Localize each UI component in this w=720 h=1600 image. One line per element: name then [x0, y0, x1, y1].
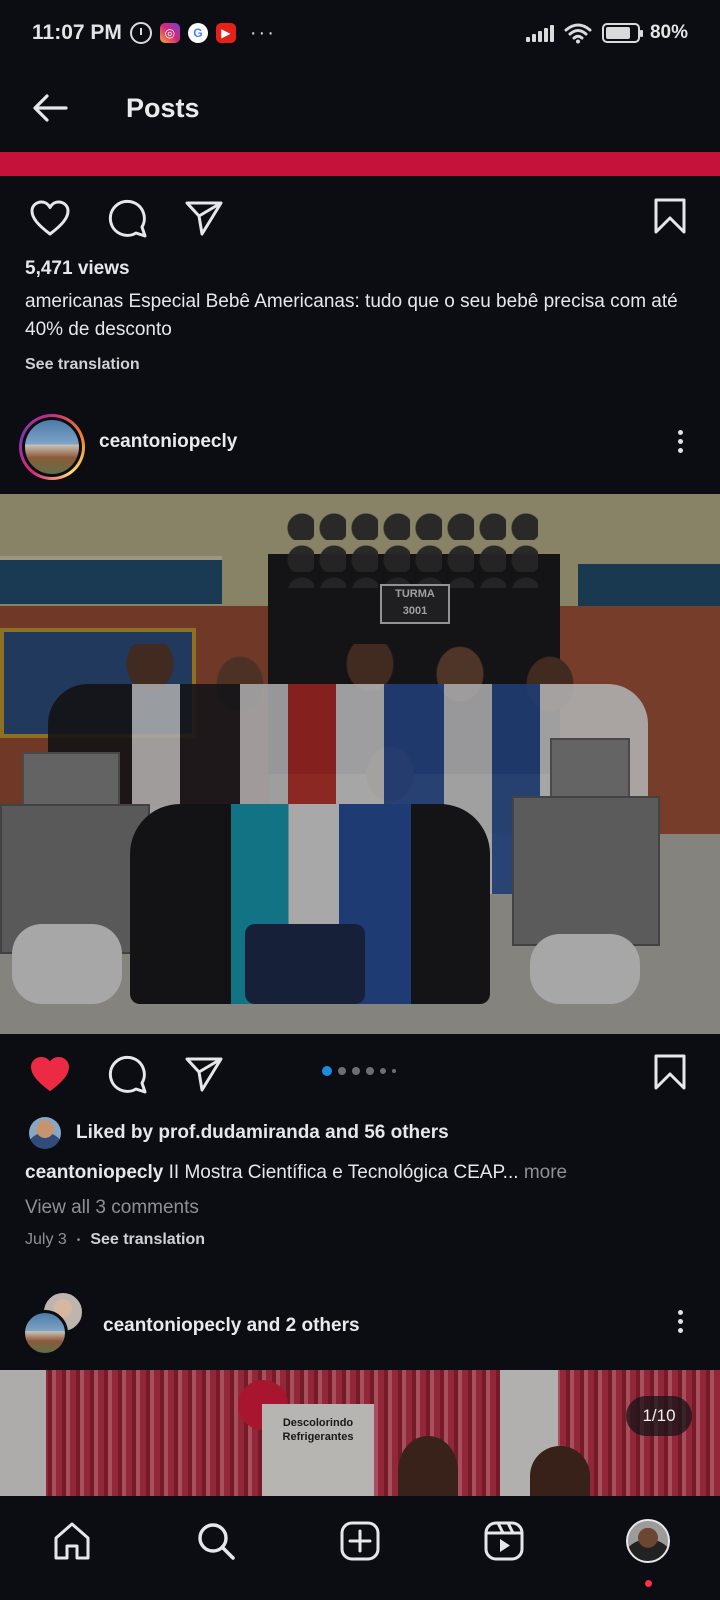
avatar[interactable] [22, 1310, 68, 1356]
previous-post-media[interactable] [0, 152, 720, 176]
caption-text: II Mostra Científica e Tecnológica CEAP.… [168, 1162, 519, 1183]
post-meta: July 3 • See translation [25, 1231, 205, 1249]
alarm-icon [129, 22, 152, 44]
heart-filled-icon [31, 1057, 69, 1091]
post-header: ceantoniopecly [0, 412, 720, 488]
carousel-dot [392, 1069, 396, 1073]
more-options-icon[interactable] [668, 426, 692, 466]
notification-icons: ◎ G ▶ ··· [129, 21, 276, 45]
notification-dot [645, 1580, 652, 1587]
heart-outline-icon [30, 200, 70, 236]
comment-icon [108, 1055, 147, 1094]
battery-icon [601, 23, 643, 43]
nav-create[interactable] [324, 1510, 396, 1572]
carousel-dot [322, 1066, 332, 1076]
post-date: July 3 [25, 1231, 67, 1248]
share-button[interactable] [180, 196, 228, 240]
wifi-icon [564, 23, 592, 44]
carousel-indicator [322, 1066, 396, 1076]
save-button[interactable] [648, 1050, 692, 1094]
nav-reels[interactable] [468, 1510, 540, 1572]
caption-username[interactable]: ceantoniopecly [25, 1162, 163, 1183]
page-title: Posts [126, 92, 200, 123]
back-arrow-icon [33, 94, 68, 122]
profile-avatar [626, 1519, 670, 1563]
more-link[interactable]: more [524, 1162, 567, 1183]
more-notifications-icon: ··· [249, 21, 276, 44]
carousel-dot [352, 1067, 360, 1075]
status-bar: 11:07 PM ◎ G ▶ ··· 80% [0, 0, 720, 66]
nav-profile[interactable] [612, 1510, 684, 1572]
signal-icon [525, 24, 554, 42]
like-button[interactable] [26, 1052, 74, 1096]
comment-button[interactable] [104, 1052, 152, 1096]
avatar[interactable] [19, 414, 85, 480]
comment-icon [108, 199, 147, 238]
view-comments-link[interactable]: View all 3 comments [25, 1197, 199, 1219]
nav-home[interactable] [36, 1510, 108, 1572]
battery-percent: 80% [649, 22, 688, 43]
views-count: 5,471 views [25, 258, 130, 279]
home-icon [54, 1522, 90, 1560]
carousel-dot [366, 1067, 374, 1075]
carousel-dot [380, 1068, 386, 1074]
instagram-icon: ◎ [159, 23, 180, 43]
comment-button[interactable] [104, 196, 152, 240]
add-post-icon [340, 1521, 380, 1561]
see-translation-link[interactable]: See translation [90, 1231, 205, 1249]
carousel-dot [338, 1067, 346, 1075]
google-icon: G [187, 23, 208, 43]
post-image[interactable]: Descolorindo Refrigerantes [0, 1370, 720, 1496]
send-icon [185, 201, 223, 236]
see-translation-link[interactable]: See translation [25, 356, 140, 374]
send-icon [185, 1057, 223, 1092]
bookmark-icon [654, 1054, 686, 1090]
like-button[interactable] [26, 196, 74, 240]
nav-search[interactable] [180, 1510, 252, 1572]
post-caption: americanas Especial Bebê Americanas: tud… [25, 291, 678, 340]
youtube-icon: ▶ [215, 23, 236, 43]
top-app-bar: Posts [0, 66, 720, 150]
post-username[interactable]: ceantoniopecly [99, 431, 237, 453]
carousel-counter: 1/10 [626, 1396, 692, 1436]
back-button[interactable] [0, 66, 100, 150]
liked-by-text[interactable]: Liked by prof.dudamiranda and 56 others [76, 1122, 449, 1144]
separator-dot: • [76, 1234, 81, 1246]
status-time: 11:07 PM [32, 21, 122, 44]
more-options-icon[interactable] [668, 1306, 692, 1346]
save-button[interactable] [648, 194, 692, 238]
bottom-navigation [0, 1496, 720, 1600]
search-icon [198, 1523, 235, 1560]
reels-icon [484, 1521, 524, 1561]
share-button[interactable] [180, 1052, 228, 1096]
post-caption[interactable]: ceantoniopecly II Mostra Científica e Te… [25, 1162, 567, 1184]
post-image[interactable]: TURMA 3001 [0, 494, 720, 1034]
bookmark-icon [654, 198, 686, 234]
post-username[interactable]: ceantoniopecly and 2 others [103, 1315, 360, 1337]
liker-avatar[interactable] [29, 1117, 61, 1149]
